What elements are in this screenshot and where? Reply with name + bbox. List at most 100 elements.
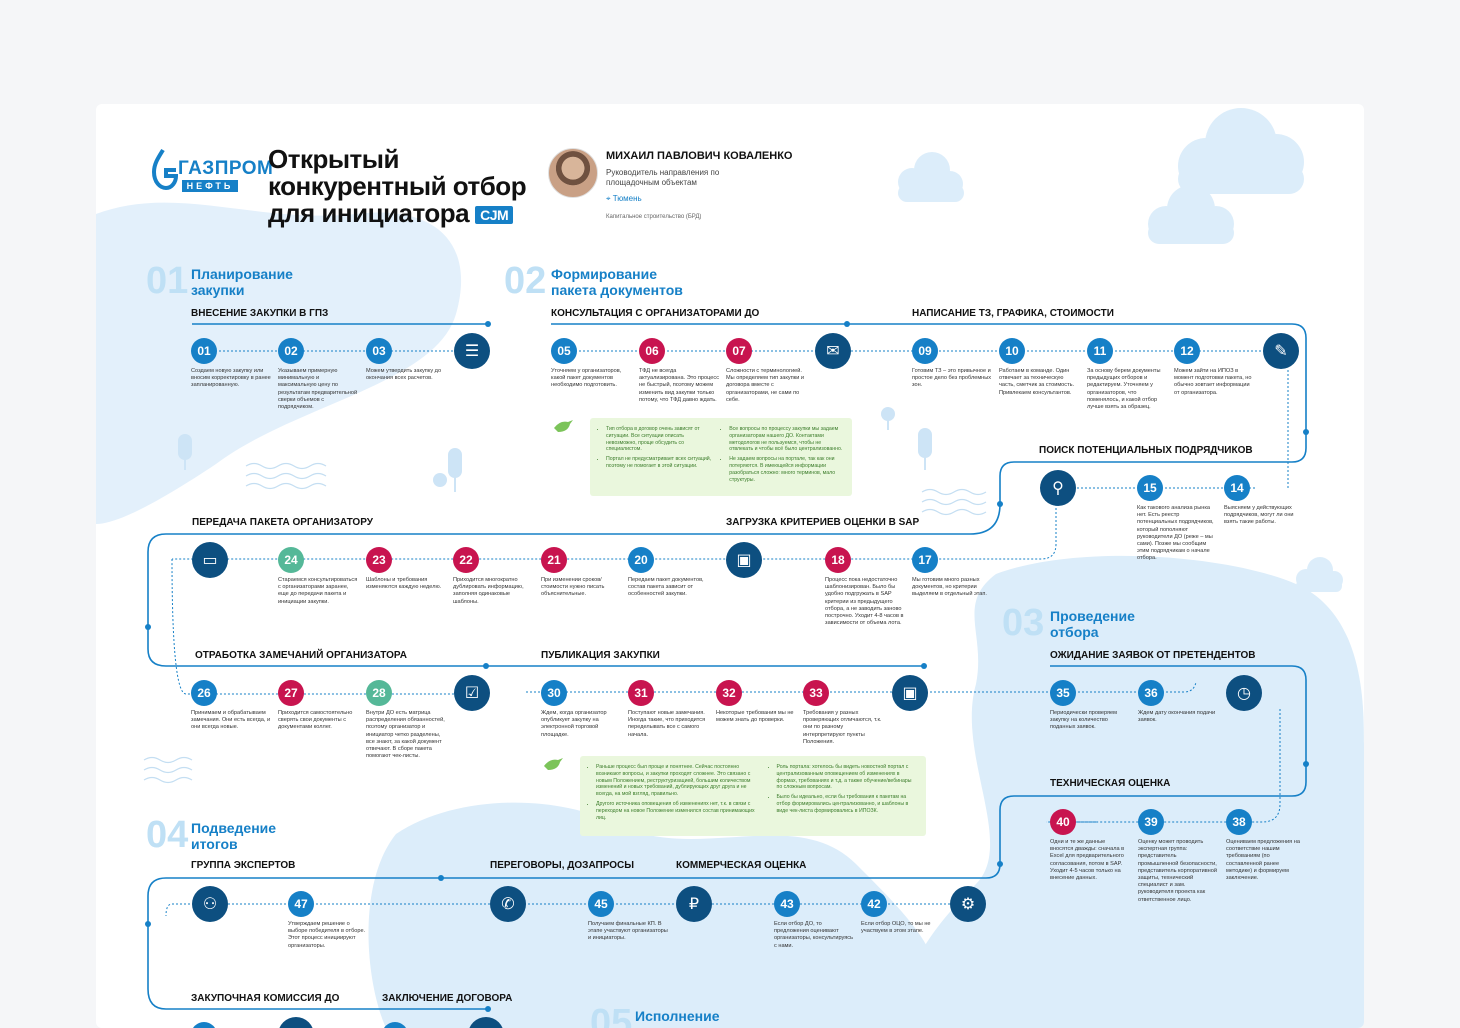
section-01-title: Планирование закупки xyxy=(191,266,293,298)
step-30: 30 xyxy=(541,680,567,706)
step-20-text: Передаем пакет документов, состав пакета… xyxy=(628,577,704,598)
step-35: 35 xyxy=(1050,680,1076,706)
step-40: 40 xyxy=(1050,809,1076,835)
page-title: Открытый конкурентный отбор для инициато… xyxy=(268,144,527,228)
step-28-text: Внутри ДО есть матрица распределения обя… xyxy=(366,710,445,760)
user-search-icon: ⚲ xyxy=(1040,470,1076,506)
clock-icon: ◷ xyxy=(1226,675,1262,711)
step-03-text: Можем утвердить закупку до окончания все… xyxy=(366,368,442,382)
section-04: 04 xyxy=(146,814,189,856)
step-24-text: Стараемся консультироваться с организато… xyxy=(278,577,358,605)
step-15: 15 xyxy=(1137,475,1163,501)
bird-icon-2 xyxy=(544,758,563,770)
step-26: 26 xyxy=(191,680,217,706)
step-17: 17 xyxy=(912,547,938,573)
step-30-text: Ждем, когда организатор опубликует закуп… xyxy=(541,710,607,738)
step-17-text: Мы готовим много разных документов, но к… xyxy=(912,577,987,598)
step-43-text: Если отбор ДО, то предложения оценивают … xyxy=(774,921,853,949)
step-33-text: Требования у разных проверяющих отличают… xyxy=(803,710,882,745)
step-07: 07 xyxy=(726,338,752,364)
subheader-gpz: ВНЕСЕНИЕ ЗАКУПКИ В ГПЗ xyxy=(191,308,329,319)
step-43: 43 xyxy=(774,891,800,917)
step-31: 31 xyxy=(628,680,654,706)
section-03-title: Проведение отбора xyxy=(1050,608,1135,640)
step-06-text: ТФД не всегда актуализирована. Это проце… xyxy=(639,368,720,403)
logo-sub-text: НЕФТЬ xyxy=(182,180,238,192)
checklist-icon: ☑ xyxy=(454,675,490,711)
step-31-text: Поступают новые замечания. Иногда такие,… xyxy=(628,710,706,738)
subheader-experts: ГРУППА ЭКСПЕРТОВ xyxy=(191,860,296,871)
step-18: 18 xyxy=(825,547,851,573)
step-32-text: Некоторые требования мы не можем знать д… xyxy=(716,710,794,724)
bird-icon xyxy=(554,420,573,432)
person-role: Руководитель направления по площадочным … xyxy=(606,168,720,187)
step-21: 21 xyxy=(541,547,567,573)
step-32: 32 xyxy=(716,680,742,706)
step-05-text: Уточняем у организаторов, какой пакет до… xyxy=(551,368,622,389)
step-18-text: Процесс пока недостаточно шаблонизирован… xyxy=(825,577,904,627)
subheader-publication: ПУБЛИКАЦИЯ ЗАКУПКИ xyxy=(541,650,660,661)
step-39: 39 xyxy=(1138,809,1164,835)
step-38-text: Оцениваем предложения на соответствие на… xyxy=(1226,839,1300,882)
step-24: 24 xyxy=(278,547,304,573)
step-11: 11 xyxy=(1087,338,1113,364)
section-05: 05 xyxy=(590,1002,633,1028)
person-dept: Капитальное строительство (БРД) xyxy=(606,214,702,220)
subheader-consult: КОНСУЛЬТАЦИЯ С ОРГАНИЗАТОРАМИ ДО xyxy=(551,308,760,319)
section-01: 01 xyxy=(146,260,189,302)
step-27-text: Приходится самостоятельно сверять свои д… xyxy=(278,710,353,731)
step-14: 14 xyxy=(1224,475,1250,501)
step-26-text: Принимаем и обрабатываем замечания. Они … xyxy=(191,710,271,731)
browser-icon: ▣ xyxy=(726,542,762,578)
step-23: 23 xyxy=(366,547,392,573)
chat-icon: ✉ xyxy=(815,333,851,369)
step-45: 45 xyxy=(588,891,614,917)
step-36-text: Ждем дату окончания подачи заявок. xyxy=(1138,710,1216,724)
step-11-text: За основу берем документы предыдущих отб… xyxy=(1087,368,1161,411)
step-14-text: Выясняем у действующих подрядчиков, могу… xyxy=(1224,505,1294,526)
step-05: 05 xyxy=(551,338,577,364)
section-04-title: Подведение итогов xyxy=(191,820,277,852)
subheader-waiting: ОЖИДАНИЕ ЗАЯВОК ОТ ПРЕТЕНДЕНТОВ xyxy=(1050,650,1256,661)
step-28: 28 xyxy=(366,680,392,706)
step-33: 33 xyxy=(803,680,829,706)
step-03: 03 xyxy=(366,338,392,364)
subheader-tech: ТЕХНИЧЕСКАЯ ОЦЕНКА xyxy=(1050,778,1171,789)
gear-icon: ⚙ xyxy=(950,886,986,922)
step-27: 27 xyxy=(278,680,304,706)
subheader-negotiation: ПЕРЕГОВОРЫ, ДОЗАПРОСЫ xyxy=(490,860,635,871)
step-02-text: Указываем примерную минимальную и максим… xyxy=(278,368,358,411)
step-38: 38 xyxy=(1226,809,1252,835)
section-02: 02 xyxy=(504,260,547,302)
person-name: МИХАИЛ ПАВЛОВИЧ КОВАЛЕНКО xyxy=(606,150,793,162)
step-35-text: Периодически проверяем закупку на количе… xyxy=(1050,710,1117,731)
step-36: 36 xyxy=(1138,680,1164,706)
section-03: 03 xyxy=(1002,602,1045,644)
ruble-icon: ₽ xyxy=(676,886,712,922)
step-39-text: Оценку может проводить экспертная группа… xyxy=(1138,839,1218,903)
location-pin-icon: ⌖ xyxy=(606,194,613,203)
step-01-text: Создаем новую закупку или вносим коррект… xyxy=(191,368,271,389)
browser-check-icon: ▣ xyxy=(892,675,928,711)
step-07-text: Сложности с терминологией. Мы определяем… xyxy=(726,368,804,403)
avatar xyxy=(548,148,598,198)
step-22: 22 xyxy=(453,547,479,573)
subheader-contract: ЗАКЛЮЧЕНИЕ ДОГОВОРА xyxy=(382,993,513,1004)
gazprom-neft-logo: ГАЗПРОМ НЕФТЬ xyxy=(148,146,273,198)
step-42: 42 xyxy=(861,891,887,917)
document-icon: ☰ xyxy=(454,333,490,369)
step-10-text: Работаем в команде. Один отвечает за тех… xyxy=(999,368,1075,396)
step-12: 12 xyxy=(1174,338,1200,364)
subheader-tz: НАПИСАНИЕ ТЗ, ГРАФИКА, СТОИМОСТИ xyxy=(912,308,1114,319)
person-city: ⌖ Тюмень xyxy=(606,194,642,203)
step-09: 09 xyxy=(912,338,938,364)
step-09-text: Готовим ТЗ – это привычное и простое дел… xyxy=(912,368,992,389)
step-02: 02 xyxy=(278,338,304,364)
step-15-text: Как такового анализа рынка нет. Есть рее… xyxy=(1137,505,1214,562)
subheader-sap: ЗАГРУЗКА КРИТЕРИЕВ ОЦЕНКИ В SAP xyxy=(726,517,920,528)
note-consultation: Тип отбора в договор очень зависят от си… xyxy=(590,418,852,496)
step-06: 06 xyxy=(639,338,665,364)
step-45-text: Получаем финальные КП. В этапе участвуют… xyxy=(588,921,668,942)
subheader-transfer: ПЕРЕДАЧА ПАКЕТА ОРГАНИЗАТОРУ xyxy=(192,517,373,528)
step-40-text: Одни и те же данные вносятся дважды: сна… xyxy=(1050,839,1125,882)
